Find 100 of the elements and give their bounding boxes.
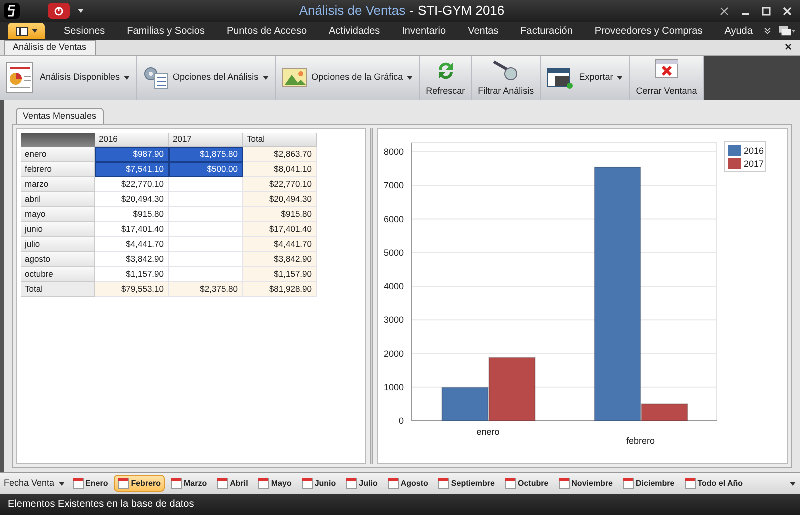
table-cell: $17,401.40 bbox=[243, 222, 317, 237]
month-filter-button[interactable]: Octubre bbox=[500, 475, 553, 492]
close-window-icon bbox=[654, 58, 680, 82]
caret-icon bbox=[32, 29, 38, 33]
month-filter-button[interactable]: Noviembre bbox=[554, 475, 618, 492]
power-button[interactable] bbox=[48, 3, 70, 19]
legend-label: 2017 bbox=[744, 159, 764, 169]
menu-item[interactable]: Proveedores y Compras bbox=[584, 22, 714, 40]
calendar-icon bbox=[258, 478, 270, 489]
filter-icon bbox=[492, 60, 520, 82]
menu-item[interactable]: Ventas bbox=[457, 22, 510, 40]
column-header: Total bbox=[243, 133, 317, 147]
table-cell: $20,494.30 bbox=[95, 192, 169, 207]
menu-item[interactable]: Puntos de Acceso bbox=[216, 22, 318, 40]
menu-item[interactable]: Inventario bbox=[391, 22, 458, 40]
y-tick-label: 4000 bbox=[384, 282, 404, 292]
calendar-icon bbox=[302, 478, 313, 489]
table-cell: $79,553.10 bbox=[95, 282, 169, 297]
power-icon bbox=[54, 6, 64, 16]
menu-item[interactable]: Ayuda bbox=[714, 22, 764, 40]
close-icon[interactable] bbox=[783, 6, 792, 16]
windows-icon[interactable] bbox=[779, 26, 796, 36]
menu-item[interactable]: Familias y Socios bbox=[116, 22, 216, 40]
month-filter-button[interactable]: Agosto bbox=[384, 475, 432, 492]
calendar-icon bbox=[171, 478, 182, 489]
maximize-icon[interactable] bbox=[762, 6, 771, 16]
month-filter-button[interactable]: Abril bbox=[213, 475, 252, 492]
table-cell: $7,541.10 bbox=[95, 162, 169, 177]
menu-item[interactable]: Actividades bbox=[318, 22, 392, 40]
app-logo-icon bbox=[4, 3, 20, 19]
table-cell: $4,441.70 bbox=[95, 237, 169, 252]
x-tick-label: febrero bbox=[626, 436, 656, 446]
row-header: agosto bbox=[21, 252, 95, 267]
y-tick-label: 1000 bbox=[384, 382, 404, 392]
menu-item[interactable]: Sesiones bbox=[53, 22, 116, 40]
calendar-icon bbox=[684, 478, 696, 489]
report-icon bbox=[6, 62, 36, 94]
overflow-icon[interactable] bbox=[764, 27, 772, 35]
table-cell: $20,494.30 bbox=[243, 192, 317, 207]
y-tick-label: 8000 bbox=[384, 147, 404, 157]
row-header: mayo bbox=[21, 207, 95, 222]
row-header: julio bbox=[21, 237, 95, 252]
row-header: junio bbox=[21, 222, 95, 237]
calendar-icon bbox=[118, 478, 130, 489]
x-tick-label: enero bbox=[476, 427, 500, 437]
row-header: enero bbox=[21, 147, 95, 162]
calendar-icon bbox=[388, 478, 399, 489]
month-filter-button[interactable]: Julio bbox=[342, 475, 382, 492]
column-header: 2017 bbox=[169, 133, 243, 147]
app-name: STI-GYM 2016 bbox=[418, 2, 505, 20]
filter-dropdown[interactable]: Fecha Venta bbox=[4, 476, 69, 490]
y-tick-label: 3000 bbox=[384, 315, 404, 326]
table-cell: $1,157.90 bbox=[243, 267, 317, 282]
table-cell: $2,375.80 bbox=[169, 282, 243, 297]
month-filter-button[interactable]: Todo el Año bbox=[680, 475, 748, 492]
month-filter-button[interactable]: Diciembre bbox=[619, 475, 679, 492]
table-cell: $1,157.90 bbox=[95, 267, 169, 282]
title-separator: - bbox=[410, 2, 414, 20]
gear-list-icon bbox=[143, 66, 170, 90]
calendar-icon bbox=[504, 478, 516, 489]
table-cell: $17,401.40 bbox=[95, 222, 169, 237]
month-filter-button[interactable]: Mayo bbox=[254, 475, 296, 492]
month-filter-button[interactable]: Marzo bbox=[167, 475, 212, 492]
table-cell: $3,842.90 bbox=[243, 252, 317, 267]
table-cell: $22,770.10 bbox=[95, 177, 169, 192]
row-header: abril bbox=[21, 192, 95, 207]
y-tick-label: 7000 bbox=[384, 180, 404, 191]
image-icon bbox=[282, 68, 308, 88]
table-cell: $3,842.90 bbox=[95, 252, 169, 267]
document-tab[interactable]: Análisis de Ventas bbox=[4, 40, 96, 55]
panel-icon bbox=[16, 26, 28, 36]
table-cell: $915.80 bbox=[243, 207, 317, 222]
y-tick-label: 0 bbox=[398, 416, 404, 426]
y-tick-label: 2000 bbox=[384, 348, 404, 359]
application-menu-button[interactable] bbox=[8, 23, 45, 39]
close-tab-button[interactable]: × bbox=[784, 41, 796, 55]
menu-item[interactable]: Facturación bbox=[510, 22, 584, 40]
table-cell: $4,441.70 bbox=[243, 237, 317, 252]
calendar-icon bbox=[72, 478, 84, 489]
month-filter-button[interactable]: Enero bbox=[68, 475, 112, 492]
month-filter-button[interactable]: Septiembre bbox=[434, 475, 499, 492]
y-tick-label: 6000 bbox=[384, 214, 404, 224]
table-cell: $500.00 bbox=[169, 162, 243, 177]
month-filter-button[interactable]: Junio bbox=[298, 475, 340, 492]
calendar-icon bbox=[346, 478, 358, 489]
window-title: Análisis de Ventas bbox=[299, 2, 406, 20]
calendar-icon bbox=[623, 478, 634, 489]
table-cell: $987.90 bbox=[95, 147, 169, 162]
calendar-icon bbox=[217, 478, 228, 489]
row-header: octubre bbox=[21, 267, 95, 282]
status-text: Elementos Existentes en la base de datos bbox=[8, 498, 194, 512]
y-tick-label: 5000 bbox=[384, 248, 404, 258]
column-header: 2016 bbox=[95, 133, 169, 147]
view-tab[interactable]: Ventas Mensuales bbox=[16, 108, 104, 124]
legend-label: 2016 bbox=[744, 146, 764, 156]
table-cell: $2,863.70 bbox=[243, 147, 317, 162]
month-filter-button[interactable]: Febrero bbox=[114, 475, 166, 492]
row-header: Total bbox=[21, 282, 95, 297]
table-cell: $8,041.10 bbox=[243, 162, 317, 177]
row-header: febrero bbox=[21, 162, 95, 177]
